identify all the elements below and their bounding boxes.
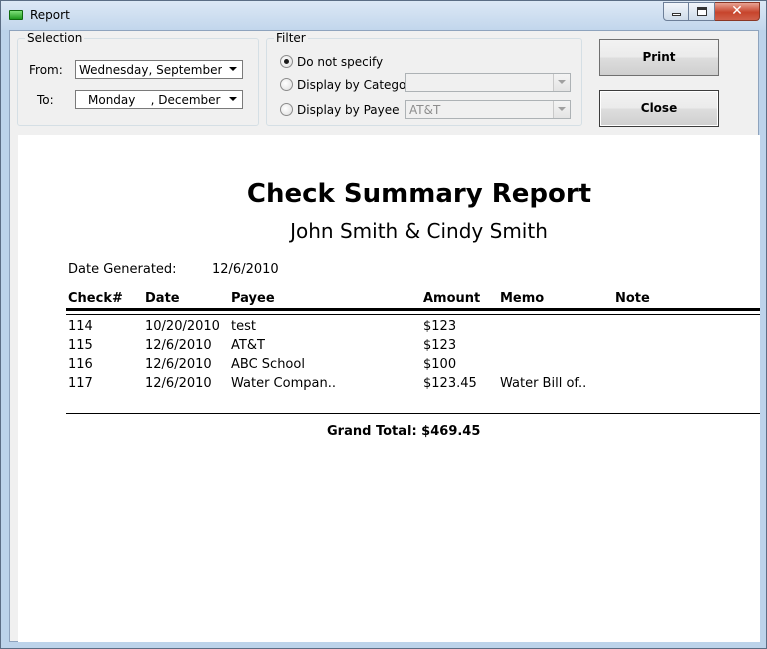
report-window: Report ✕ Selection From: Wednesday, Sept… [0, 0, 767, 649]
date-generated-value: 12/6/2010 [212, 262, 279, 277]
chevron-down-icon [558, 80, 566, 84]
grand-total: Grand Total: $469.45 [327, 424, 481, 439]
close-icon: ✕ [731, 3, 743, 19]
cell-amount: $100 [423, 357, 457, 372]
column-header-memo: Memo [500, 291, 545, 306]
cell-payee: AT&T [231, 338, 265, 353]
window-controls: ✕ [663, 2, 760, 21]
cell-date: 12/6/2010 [145, 338, 212, 353]
cell-payee: test [231, 319, 256, 334]
cell-check: 115 [68, 338, 93, 353]
radio-label-display-by-category[interactable]: Display by Category [297, 78, 418, 92]
chevron-down-icon [229, 97, 237, 101]
filter-group: Filter Do not specify Display by Categor… [266, 31, 582, 126]
radio-label-display-by-payee[interactable]: Display by Payee [297, 103, 400, 117]
selection-legend: Selection [25, 31, 85, 45]
minimize-button[interactable] [663, 2, 689, 21]
to-date-value: Monday , December 06, 20 [88, 93, 221, 107]
chevron-down-icon [558, 107, 566, 111]
from-date-picker[interactable]: Wednesday, September 01, 20 [75, 60, 243, 79]
cell-amount: $123 [423, 338, 457, 353]
column-header-date: Date [145, 291, 180, 306]
close-button[interactable]: Close [599, 90, 719, 127]
to-label: To: [37, 93, 54, 107]
radio-do-not-specify[interactable] [280, 55, 293, 68]
cell-check: 114 [68, 319, 93, 334]
title-bar[interactable]: Report ✕ [1, 1, 766, 30]
report-subtitle: John Smith & Cindy Smith [290, 219, 548, 243]
report-title: Check Summary Report [246, 179, 592, 209]
cell-amount: $123 [423, 319, 457, 334]
from-label: From: [29, 63, 63, 77]
cell-amount: $123.45 [423, 376, 477, 391]
cell-date: 12/6/2010 [145, 357, 212, 372]
client-area: Selection From: Wednesday, September 01,… [9, 30, 760, 642]
chevron-down-icon [229, 67, 237, 71]
to-date-picker[interactable]: Monday , December 06, 20 [75, 90, 243, 109]
minimize-icon [672, 13, 681, 16]
cell-payee: ABC School [231, 357, 305, 372]
cell-date: 12/6/2010 [145, 376, 212, 391]
radio-label-do-not-specify[interactable]: Do not specify [297, 55, 383, 69]
report-preview: Check Summary Report John Smith & Cindy … [18, 135, 760, 642]
column-header-check: Check# [68, 291, 123, 306]
cell-payee: Water Compan.. [231, 376, 336, 391]
filter-legend: Filter [274, 31, 308, 45]
from-date-value: Wednesday, September 01, 20 [79, 63, 222, 77]
column-header-amount: Amount [423, 291, 481, 306]
window-title: Report [30, 8, 70, 22]
column-header-note: Note [615, 291, 650, 306]
selection-group: Selection From: Wednesday, September 01,… [17, 31, 259, 126]
radio-display-by-payee[interactable] [280, 103, 293, 116]
payee-select[interactable]: AT&T [405, 100, 571, 119]
footer-rule [66, 413, 760, 414]
cell-memo: Water Bill of.. [500, 376, 587, 391]
header-rule-thin [66, 314, 760, 315]
print-button[interactable]: Print [599, 39, 719, 76]
maximize-icon [697, 7, 707, 16]
cell-check: 117 [68, 376, 93, 391]
header-rule-thick [66, 308, 760, 311]
maximize-button[interactable] [689, 2, 715, 21]
radio-selected-dot [284, 59, 289, 64]
payee-value: AT&T [409, 103, 441, 117]
cell-check: 116 [68, 357, 93, 372]
category-select[interactable] [405, 73, 571, 92]
radio-display-by-category[interactable] [280, 78, 293, 91]
close-window-button[interactable]: ✕ [715, 2, 760, 21]
app-icon [9, 10, 23, 20]
column-header-payee: Payee [231, 291, 275, 306]
date-generated-label: Date Generated: [68, 262, 177, 277]
cell-date: 10/20/2010 [145, 319, 220, 334]
